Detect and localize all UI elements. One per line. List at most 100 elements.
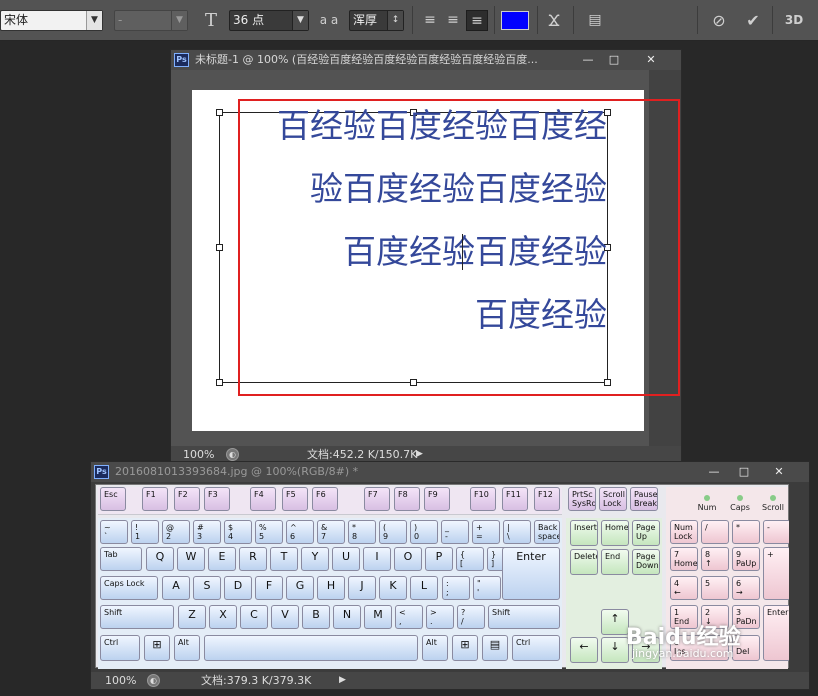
led-indicator: Caps (725, 495, 755, 512)
key: :; (442, 576, 470, 600)
arrow-up-icon: ↑ (601, 609, 629, 635)
key-u: U (332, 547, 360, 571)
key-space (204, 635, 418, 661)
arrow-left-icon: ← (570, 637, 598, 663)
close-icon[interactable]: ✕ (769, 464, 789, 480)
key-ctrl-left: Ctrl (100, 635, 140, 661)
key: >. (426, 605, 454, 629)
key: {[ (456, 547, 484, 571)
red-highlight-box (238, 99, 680, 396)
status-arrow-icon[interactable]: ▶ (339, 672, 346, 689)
key: ? / (457, 605, 485, 629)
cancel-icon[interactable]: ⊘ (708, 10, 730, 31)
key: #3 (193, 520, 221, 544)
3d-icon[interactable]: 3D (780, 10, 808, 31)
key-y: Y (301, 547, 329, 571)
font-size-select[interactable]: 36 点 ▼ (229, 10, 309, 31)
commit-icon[interactable]: ✔ (742, 10, 764, 31)
key-numpad: Num Lock (670, 520, 698, 544)
key-capslock: Caps Lock (100, 576, 158, 600)
key-z: Z (178, 605, 206, 629)
key: * 8 (348, 520, 376, 544)
align-center-icon[interactable]: ≡ (443, 10, 463, 31)
key-nav: Home (601, 520, 629, 546)
chevron-down-icon: ▼ (292, 11, 308, 30)
key: <, (395, 605, 423, 629)
document-window-2: Ps 2016081013393684.jpg @ 100%(RGB/8#) *… (90, 461, 810, 690)
key-nav: Page Down (632, 549, 660, 575)
color-fill (502, 12, 528, 29)
key-sys: PrtSc SysRq (568, 487, 596, 511)
key-shift-left: Shift (100, 605, 174, 629)
transform-handle[interactable] (216, 109, 223, 116)
key-tab: Tab (100, 547, 142, 571)
key-i: I (363, 547, 391, 571)
key: + = (472, 520, 500, 544)
key-esc: Esc (100, 487, 126, 511)
key-f4: F4 (250, 487, 276, 511)
antialias-select[interactable]: 浑厚 ↕ (349, 10, 404, 31)
key-nav: Insert (570, 520, 598, 546)
key-h: H (317, 576, 345, 600)
doc-size: 文档:379.3 K/379.3K (201, 674, 312, 687)
key-numpad: 9 PaUp (732, 547, 760, 571)
key-x: X (209, 605, 237, 629)
align-left-icon[interactable]: ≡ (420, 10, 440, 31)
panels-icon[interactable]: ▤ (583, 10, 607, 31)
key-numpad: 8 ↑ (701, 547, 729, 571)
transform-handle[interactable] (216, 244, 223, 251)
key: _ - (441, 520, 469, 544)
maximize-icon[interactable]: □ (605, 52, 623, 68)
align-right-icon[interactable]: ≡ (466, 10, 488, 31)
key-ctrl-right: Ctrl (512, 635, 560, 661)
menu-key-icon: ▤ (482, 635, 508, 661)
font-size-icon: T (204, 10, 217, 31)
font-family-value: 宋体 (4, 13, 29, 27)
minimize-icon[interactable]: — (705, 464, 723, 480)
status-icon[interactable]: ◐ (226, 448, 239, 461)
key: @2 (162, 520, 190, 544)
font-size-value: 36 点 (233, 13, 265, 27)
font-style-select[interactable]: - ▼ (114, 10, 188, 31)
antialias-value: 浑厚 (353, 13, 378, 27)
doc1-title: 未标题-1 @ 100% (百经验百度经验百度经验百度经验百度经验百度... (195, 53, 538, 66)
ps-icon: Ps (94, 465, 109, 479)
key-e: E (208, 547, 236, 571)
key: ^ 6 (286, 520, 314, 544)
minimize-icon[interactable]: — (579, 52, 597, 68)
doc2-scroll-area (789, 482, 809, 669)
chevron-down-icon: ▼ (171, 11, 187, 30)
key-f7: F7 (364, 487, 390, 511)
key-m: M (364, 605, 392, 629)
key-f2: F2 (174, 487, 200, 511)
key-f8: F8 (394, 487, 420, 511)
key: % 5 (255, 520, 283, 544)
key-numpad: 5 (701, 576, 729, 600)
doc1-titlebar[interactable]: Ps 未标题-1 @ 100% (百经验百度经验百度经验百度经验百度经验百度..… (171, 50, 681, 70)
status-icon[interactable]: ◐ (147, 674, 160, 687)
maximize-icon[interactable]: □ (735, 464, 753, 480)
key-numpad: 6 → (732, 576, 760, 600)
warp-text-icon[interactable]: Ϫ (543, 10, 565, 31)
close-icon[interactable]: ✕ (641, 52, 661, 68)
transform-handle[interactable] (216, 379, 223, 386)
key-s: S (193, 576, 221, 600)
key: ! 1 (131, 520, 159, 544)
windows-icon: ⊞ (144, 635, 170, 661)
key: ) 0 (410, 520, 438, 544)
key-numpad: 7 Home (670, 547, 698, 571)
chevron-updown-icon: ↕ (387, 11, 403, 30)
led-indicator: Scroll (758, 495, 788, 512)
key-backspace: Back space (534, 520, 560, 544)
key-g: G (286, 576, 314, 600)
doc2-titlebar[interactable]: Ps 2016081013393684.jpg @ 100%(RGB/8#) *… (91, 462, 809, 482)
key-f9: F9 (424, 487, 450, 511)
key-t: T (270, 547, 298, 571)
key-shift-right: Shift (488, 605, 560, 629)
keyboard-image[interactable]: Esc F1 F2 F3 F4 F5 F6 F7 F8 F9 F10 F11 F12 PrtSc SysRq… (95, 484, 791, 669)
font-family-select[interactable]: 宋体 ▼ (0, 10, 103, 31)
key: " ' (473, 576, 501, 600)
zoom-value[interactable]: 100% (105, 672, 136, 689)
text-color-swatch[interactable] (501, 11, 529, 30)
key-nav: Delete (570, 549, 598, 575)
